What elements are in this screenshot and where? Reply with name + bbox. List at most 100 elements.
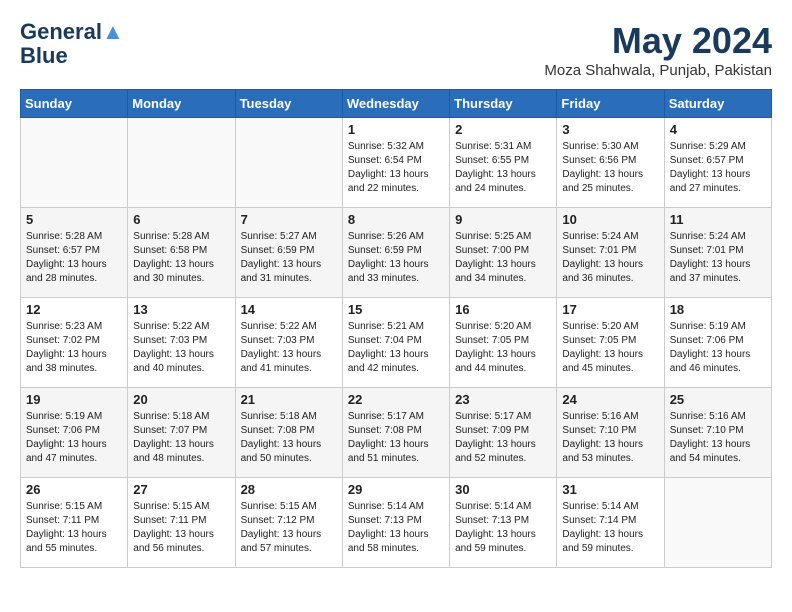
day-number: 3 [562,122,658,137]
calendar-cell: 6 Sunrise: 5:28 AM Sunset: 6:58 PM Daylig… [128,208,235,298]
day-info: Sunrise: 5:16 AM Sunset: 7:10 PM Dayligh… [562,410,658,466]
header-cell-saturday: Saturday [664,90,771,118]
day-number: 31 [562,482,658,497]
day-info: Sunrise: 5:15 AM Sunset: 7:11 PM Dayligh… [26,500,122,556]
day-info: Sunrise: 5:18 AM Sunset: 7:08 PM Dayligh… [241,410,337,466]
day-info: Sunrise: 5:24 AM Sunset: 7:01 PM Dayligh… [562,230,658,286]
day-number: 27 [133,482,229,497]
day-number: 13 [133,302,229,317]
day-number: 8 [348,212,444,227]
calendar-header-row: SundayMondayTuesdayWednesdayThursdayFrid… [21,90,772,118]
calendar-cell: 27 Sunrise: 5:15 AM Sunset: 7:11 PM Dayli… [128,478,235,568]
day-number: 4 [670,122,766,137]
day-number: 28 [241,482,337,497]
calendar-cell [128,118,235,208]
calendar-cell [21,118,128,208]
day-number: 26 [26,482,122,497]
day-number: 29 [348,482,444,497]
calendar-cell: 22 Sunrise: 5:17 AM Sunset: 7:08 PM Dayli… [342,388,449,478]
day-number: 12 [26,302,122,317]
day-info: Sunrise: 5:15 AM Sunset: 7:11 PM Dayligh… [133,500,229,556]
calendar-cell: 29 Sunrise: 5:14 AM Sunset: 7:13 PM Dayli… [342,478,449,568]
title-area: May 2024 Moza Shahwala, Punjab, Pakistan [544,20,772,79]
day-number: 15 [348,302,444,317]
day-number: 11 [670,212,766,227]
day-info: Sunrise: 5:22 AM Sunset: 7:03 PM Dayligh… [133,320,229,376]
header-cell-wednesday: Wednesday [342,90,449,118]
day-info: Sunrise: 5:29 AM Sunset: 6:57 PM Dayligh… [670,140,766,196]
calendar-body: 1 Sunrise: 5:32 AM Sunset: 6:54 PM Daylig… [21,118,772,568]
calendar-cell: 8Sunrise: 5:26 AM Sunset: 6:59 PM Daylig… [342,208,449,298]
calendar-cell: 19Sunrise: 5:19 AM Sunset: 7:06 PM Dayli… [21,388,128,478]
day-info: Sunrise: 5:27 AM Sunset: 6:59 PM Dayligh… [241,230,337,286]
calendar-cell: 9 Sunrise: 5:25 AM Sunset: 7:00 PM Daylig… [450,208,557,298]
calendar-cell: 28 Sunrise: 5:15 AM Sunset: 7:12 PM Dayli… [235,478,342,568]
day-number: 16 [455,302,551,317]
calendar-cell: 17 Sunrise: 5:20 AM Sunset: 7:05 PM Dayli… [557,298,664,388]
calendar-cell: 18Sunrise: 5:19 AM Sunset: 7:06 PM Dayli… [664,298,771,388]
calendar-cell: 25Sunrise: 5:16 AM Sunset: 7:10 PM Dayli… [664,388,771,478]
calendar-cell: 24 Sunrise: 5:16 AM Sunset: 7:10 PM Dayli… [557,388,664,478]
day-info: Sunrise: 5:28 AM Sunset: 6:58 PM Dayligh… [133,230,229,286]
day-info: Sunrise: 5:21 AM Sunset: 7:04 PM Dayligh… [348,320,444,376]
day-info: Sunrise: 5:14 AM Sunset: 7:13 PM Dayligh… [348,500,444,556]
day-number: 17 [562,302,658,317]
day-number: 7 [241,212,337,227]
day-number: 23 [455,392,551,407]
day-info: Sunrise: 5:30 AM Sunset: 6:56 PM Dayligh… [562,140,658,196]
calendar-week-4: 19Sunrise: 5:19 AM Sunset: 7:06 PM Dayli… [21,388,772,478]
day-number: 21 [241,392,337,407]
day-info: Sunrise: 5:15 AM Sunset: 7:12 PM Dayligh… [241,500,337,556]
calendar-cell: 23 Sunrise: 5:17 AM Sunset: 7:09 PM Dayli… [450,388,557,478]
calendar-cell: 31 Sunrise: 5:14 AM Sunset: 7:14 PM Dayli… [557,478,664,568]
calendar-cell: 26 Sunrise: 5:15 AM Sunset: 7:11 PM Dayli… [21,478,128,568]
calendar-cell: 16 Sunrise: 5:20 AM Sunset: 7:05 PM Dayli… [450,298,557,388]
day-number: 6 [133,212,229,227]
logo-text: General▲Blue [20,20,124,68]
day-info: Sunrise: 5:14 AM Sunset: 7:14 PM Dayligh… [562,500,658,556]
day-info: Sunrise: 5:25 AM Sunset: 7:00 PM Dayligh… [455,230,551,286]
header-cell-thursday: Thursday [450,90,557,118]
day-number: 30 [455,482,551,497]
calendar-cell: 21 Sunrise: 5:18 AM Sunset: 7:08 PM Dayli… [235,388,342,478]
logo: General▲Blue [20,20,124,68]
day-number: 10 [562,212,658,227]
day-info: Sunrise: 5:31 AM Sunset: 6:55 PM Dayligh… [455,140,551,196]
page-header: General▲Blue May 2024 Moza Shahwala, Pun… [20,20,772,79]
day-info: Sunrise: 5:22 AM Sunset: 7:03 PM Dayligh… [241,320,337,376]
day-number: 25 [670,392,766,407]
calendar-cell [235,118,342,208]
calendar-cell: 14 Sunrise: 5:22 AM Sunset: 7:03 PM Dayli… [235,298,342,388]
calendar-cell: 4 Sunrise: 5:29 AM Sunset: 6:57 PM Daylig… [664,118,771,208]
day-number: 22 [348,392,444,407]
day-info: Sunrise: 5:20 AM Sunset: 7:05 PM Dayligh… [562,320,658,376]
day-info: Sunrise: 5:24 AM Sunset: 7:01 PM Dayligh… [670,230,766,286]
day-number: 18 [670,302,766,317]
calendar-cell: 11 Sunrise: 5:24 AM Sunset: 7:01 PM Dayli… [664,208,771,298]
day-number: 14 [241,302,337,317]
calendar-cell: 30Sunrise: 5:14 AM Sunset: 7:13 PM Dayli… [450,478,557,568]
calendar-cell: 20 Sunrise: 5:18 AM Sunset: 7:07 PM Dayli… [128,388,235,478]
header-cell-sunday: Sunday [21,90,128,118]
day-info: Sunrise: 5:18 AM Sunset: 7:07 PM Dayligh… [133,410,229,466]
day-info: Sunrise: 5:32 AM Sunset: 6:54 PM Dayligh… [348,140,444,196]
day-info: Sunrise: 5:23 AM Sunset: 7:02 PM Dayligh… [26,320,122,376]
calendar-week-2: 5Sunrise: 5:28 AM Sunset: 6:57 PM Daylig… [21,208,772,298]
calendar-cell [664,478,771,568]
day-number: 20 [133,392,229,407]
header-cell-monday: Monday [128,90,235,118]
day-number: 1 [348,122,444,137]
day-info: Sunrise: 5:17 AM Sunset: 7:08 PM Dayligh… [348,410,444,466]
calendar-cell: 13 Sunrise: 5:22 AM Sunset: 7:03 PM Dayli… [128,298,235,388]
day-info: Sunrise: 5:28 AM Sunset: 6:57 PM Dayligh… [26,230,122,286]
day-info: Sunrise: 5:20 AM Sunset: 7:05 PM Dayligh… [455,320,551,376]
day-number: 24 [562,392,658,407]
day-number: 19 [26,392,122,407]
day-number: 9 [455,212,551,227]
header-cell-friday: Friday [557,90,664,118]
calendar-week-1: 1 Sunrise: 5:32 AM Sunset: 6:54 PM Daylig… [21,118,772,208]
calendar-cell: 10 Sunrise: 5:24 AM Sunset: 7:01 PM Dayli… [557,208,664,298]
day-info: Sunrise: 5:17 AM Sunset: 7:09 PM Dayligh… [455,410,551,466]
calendar-week-5: 26 Sunrise: 5:15 AM Sunset: 7:11 PM Dayli… [21,478,772,568]
location: Moza Shahwala, Punjab, Pakistan [544,62,772,79]
